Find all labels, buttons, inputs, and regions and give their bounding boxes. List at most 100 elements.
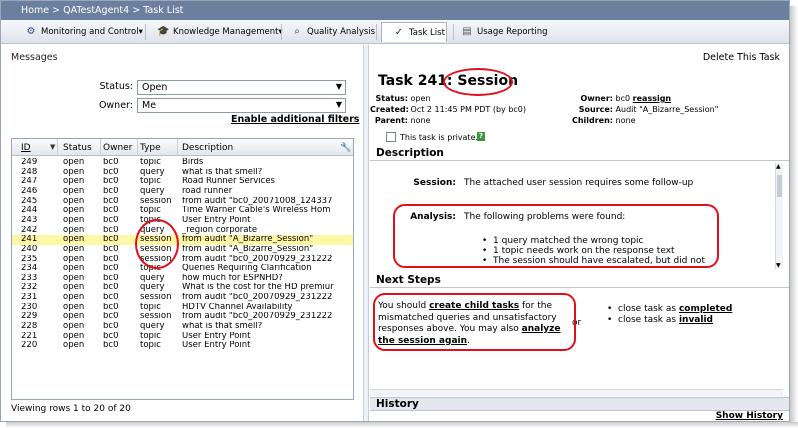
cell-status: open [63,254,85,264]
table-row[interactable]: 221 open bc0 topic User Entry Point [12,332,353,342]
task-id: Task 241: [378,73,453,89]
scroll-thumb[interactable] [777,175,782,197]
cell-id: 221 [21,331,38,341]
reassign-link[interactable]: reassign [633,94,671,103]
invalid-link[interactable]: invalid [679,315,713,325]
table-row[interactable]: 247 open bc0 topic Road Runner Services [12,177,353,187]
table-row[interactable]: 248 open bc0 query what is that smell? [12,168,353,178]
cell-description: from audit "A_Bizarre_Session" [182,244,314,254]
session-label: Session: [413,178,456,188]
description-section-header[interactable]: Description [370,147,789,161]
table-row[interactable]: 231 open bc0 session from audit "bc0_2007092… [12,293,353,303]
row-count-text: Viewing rows 1 to 20 of 20 [11,404,131,414]
nav-label: Task List [409,28,445,38]
nav-knowledge-management[interactable]: 🎓 Knowledge Management▾ [157,22,283,42]
wrench-icon[interactable]: 🔧 [340,143,351,153]
cell-status: open [63,273,85,283]
private-checkbox[interactable] [386,132,396,142]
scroll-up-icon[interactable]: ▲ [776,163,781,170]
cell-description: User Entry Point [182,341,251,351]
owner-filter-label: Owner: [98,100,133,111]
show-history-link[interactable]: Show History [716,411,783,421]
table-row[interactable]: 240 open bc0 session from audit "A_Bizarre_S… [12,245,353,255]
sort-arrow-icon[interactable]: ▼ [50,143,55,151]
table-row[interactable]: 229 open bc0 session from audit "bc0_2007092… [12,312,353,322]
cell-owner: bc0 [103,186,119,196]
nav-task-list[interactable]: ✓ Task List [381,22,447,42]
grid-header: ID ▼ Status Owner Type Description 🔧 [12,139,353,156]
breadcrumb: Home > QATestAgent4 > Task List [1,1,789,20]
cell-status: open [63,244,85,254]
task-title: Task 241: Session [378,73,518,89]
cell-status: open [63,186,85,196]
cell-status: open [63,312,85,322]
table-row[interactable]: 243 open bc0 topic User Entry Point [12,216,353,226]
table-row[interactable]: 245 open bc0 session from audit "bc0_2007100… [12,197,353,207]
horizontal-scrollbar[interactable] [370,389,783,396]
delete-task-button[interactable]: Delete This Task [703,52,780,63]
table-row[interactable]: 232 open bc0 query What is the cost for the … [12,283,353,293]
owner-filter-select[interactable]: Me ▼ [137,98,346,113]
nav-monitoring-and-control[interactable]: ⚙ Monitoring and Control▾ [25,22,143,42]
table-row[interactable]: 220 open bc0 topic User Entry Point [12,341,353,351]
cell-id: 245 [21,196,38,206]
cell-description: Time Warner Cable's Wireless Hom [182,206,331,216]
cell-id: 249 [21,158,38,167]
col-header-id[interactable]: ID [21,143,31,153]
help-icon[interactable]: ? [477,132,485,141]
cell-status: open [63,235,85,245]
create-child-tasks-link[interactable]: create child tasks [429,301,519,311]
status-filter-select[interactable]: Open ▼ [137,80,346,95]
cell-status: open [63,225,85,235]
gear-icon: ⚙ [26,26,36,37]
main-nav: ⚙ Monitoring and Control▾ 🎓 Knowledge Ma… [1,20,789,44]
cell-status: open [63,167,85,177]
cell-status: open [63,283,85,293]
parent-field: Parent: none [370,116,431,125]
col-header-type[interactable]: Type [140,143,161,153]
history-section-header[interactable]: History [370,397,789,411]
cell-description: User Entry Point [182,215,251,225]
col-header-status[interactable]: Status [63,143,92,153]
table-row[interactable]: 249 open bc0 topic Birds [12,158,353,168]
magnifier-icon: ⌕ [294,26,300,37]
cell-owner: bc0 [103,177,119,187]
splitter[interactable] [363,45,369,421]
cell-type: topic [140,341,161,351]
breadcrumb-agent[interactable]: QATestAgent4 [63,5,129,16]
enable-filters-link[interactable]: Enable additional filters [231,114,359,125]
cell-type: topic [140,215,161,225]
col-header-owner[interactable]: Owner [103,143,132,153]
cell-status: open [63,322,85,332]
nav-quality-analysis[interactable]: ⌕ Quality Analysis [291,22,375,42]
field-value: Oct 2 11:45 PM PDT (by bc0) [410,105,526,114]
table-row[interactable]: 230 open bc0 topic HDTV Channel Availability [12,303,353,313]
breadcrumb-separator: > [132,5,141,16]
cell-type: query [140,283,165,293]
table-row[interactable]: 244 open bc0 topic Time Warner Cable's Wirel… [12,206,353,216]
scroll-down-icon[interactable]: ▼ [776,262,781,269]
table-row[interactable]: 234 open bc0 topic Queries Requiring Clarifi… [12,264,353,274]
cell-id: 241 [21,235,38,245]
table-row[interactable]: 241 open bc0 session from audit "A_Bizarre_S… [12,235,353,245]
nav-usage-reporting[interactable]: ▤ Usage Reporting [461,22,547,42]
cell-owner: bc0 [103,264,119,274]
breadcrumb-home[interactable]: Home [21,5,49,16]
cell-status: open [63,206,85,216]
table-row[interactable]: 228 open bc0 query what is that smell? [12,322,353,332]
cell-owner: bc0 [103,244,119,254]
cell-description: how much for ESPNHD? [182,273,283,283]
description-scrollbar[interactable]: ▲ ▼ [775,163,783,269]
table-row[interactable]: 233 open bc0 query how much for ESPNHD? [12,274,353,284]
cell-status: open [63,331,85,341]
table-row[interactable]: 235 open bc0 session from audit "bc0_2007092… [12,255,353,265]
cell-owner: bc0 [103,283,119,293]
completed-link[interactable]: completed [679,304,732,314]
table-row[interactable]: 246 open bc0 query road runner [12,187,353,197]
field-value: bc0 [615,94,631,103]
cell-status: open [63,293,85,303]
table-row[interactable]: 242 open bc0 query _region corporate [12,226,353,236]
next-steps-section-header[interactable]: Next Steps [370,274,789,288]
cell-description: Birds [182,158,204,167]
col-header-description[interactable]: Description [182,143,233,153]
